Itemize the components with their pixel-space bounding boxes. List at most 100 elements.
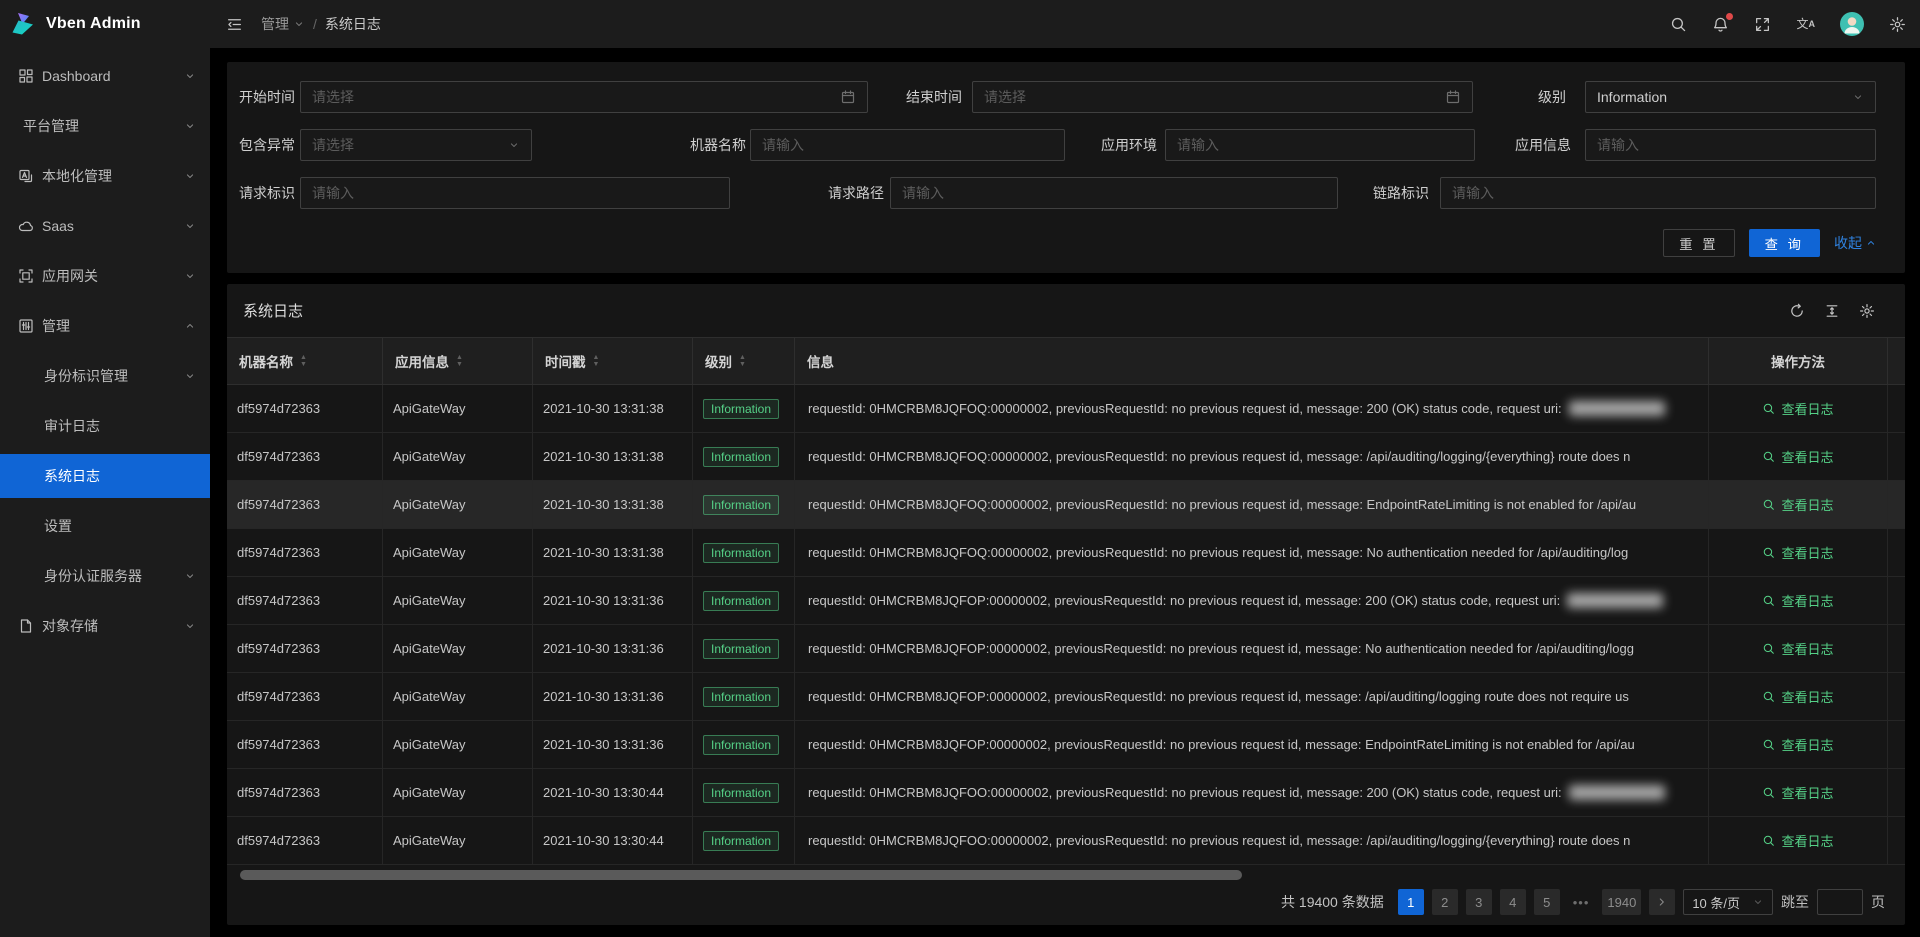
view-log-label: 查看日志 — [1781, 783, 1833, 802]
level-badge: Information — [703, 639, 779, 659]
breadcrumb-management[interactable]: 管理 — [261, 14, 305, 34]
view-log-label: 查看日志 — [1781, 639, 1833, 658]
settings-gear-icon[interactable] — [1889, 16, 1906, 33]
page-button-3[interactable]: 3 — [1466, 889, 1492, 915]
search-icon[interactable] — [1670, 16, 1687, 33]
cell-timestamp: 2021-10-30 13:31:36 — [533, 721, 693, 768]
query-button[interactable]: 查 询 — [1749, 229, 1820, 257]
cell-app-info: ApiGateWay — [383, 721, 533, 768]
page-button-5[interactable]: 5 — [1534, 889, 1560, 915]
cell-message: requestId: 0HMCRBM8JQFOO:00000002, previ… — [795, 817, 1709, 864]
user-avatar[interactable] — [1840, 12, 1864, 36]
view-log-link[interactable]: 查看日志 — [1762, 687, 1833, 706]
sidebar-item-object-storage[interactable]: 对象存储 — [0, 604, 210, 648]
reset-button[interactable]: 重 置 — [1663, 229, 1734, 257]
include-exception-select[interactable]: 请选择 — [300, 129, 532, 161]
page-button-1[interactable]: 1 — [1398, 889, 1424, 915]
view-log-link[interactable]: 查看日志 — [1762, 783, 1833, 802]
cell-app-info: ApiGateWay — [383, 625, 533, 672]
cell-timestamp: 2021-10-30 13:30:44 — [533, 769, 693, 816]
sidebar-item-settings[interactable]: 设置 — [0, 504, 210, 548]
cell-level: Information — [693, 577, 795, 624]
cell-actions: 查看日志 — [1709, 625, 1888, 672]
cell-message: requestId: 0HMCRBM8JQFOP:00000002, previ… — [795, 673, 1709, 720]
row-height-icon[interactable] — [1824, 303, 1840, 319]
top-header: 管理 / 系统日志 文A — [210, 0, 1920, 48]
page-size-select[interactable]: 10 条/页 — [1683, 889, 1773, 915]
view-log-link[interactable]: 查看日志 — [1762, 639, 1833, 658]
logo[interactable]: Vben Admin — [0, 0, 210, 48]
cell-machine-name: df5974d72363 — [227, 481, 383, 528]
refresh-icon[interactable] — [1789, 303, 1805, 319]
view-log-link[interactable]: 查看日志 — [1762, 543, 1833, 562]
table-row[interactable]: df5974d72363ApiGateWay2021-10-30 13:31:3… — [227, 385, 1905, 433]
table-row[interactable]: df5974d72363ApiGateWay2021-10-30 13:31:3… — [227, 433, 1905, 481]
sort-carets-icon[interactable]: ▲▼ — [456, 354, 463, 369]
sidebar-item-app-gateway[interactable]: 应用网关 — [0, 254, 210, 298]
request-id-input[interactable]: 请输入 — [300, 177, 730, 209]
cell-actions: 查看日志 — [1709, 433, 1888, 480]
level-select[interactable]: Information — [1585, 81, 1876, 113]
sidebar-item-audit-log[interactable]: 审计日志 — [0, 404, 210, 448]
include-exception-placeholder: 请选择 — [312, 135, 354, 155]
column-settings-icon[interactable] — [1859, 303, 1875, 319]
notification-bell-icon[interactable] — [1712, 16, 1729, 33]
menu-fold-icon[interactable] — [226, 16, 243, 33]
table-row[interactable]: df5974d72363ApiGateWay2021-10-30 13:30:4… — [227, 817, 1905, 865]
cell-message: requestId: 0HMCRBM8JQFOQ:00000002, previ… — [795, 481, 1709, 528]
fullscreen-icon[interactable] — [1754, 16, 1771, 33]
table-row[interactable]: df5974d72363ApiGateWay2021-10-30 13:31:3… — [227, 625, 1905, 673]
table-row[interactable]: df5974d72363ApiGateWay2021-10-30 13:31:3… — [227, 673, 1905, 721]
sidebar-item-management[interactable]: 管理 — [0, 304, 210, 348]
cell-timestamp: 2021-10-30 13:31:36 — [533, 673, 693, 720]
table-row[interactable]: df5974d72363ApiGateWay2021-10-30 13:31:3… — [227, 577, 1905, 625]
level-badge: Information — [703, 543, 779, 563]
column-header-timestamp[interactable]: 时间戳▲▼ — [533, 338, 693, 384]
view-log-link[interactable]: 查看日志 — [1762, 591, 1833, 610]
cell-message: requestId: 0HMCRBM8JQFOQ:00000002, previ… — [795, 433, 1709, 480]
sort-carets-icon[interactable]: ▲▼ — [300, 354, 307, 369]
page-button-2[interactable]: 2 — [1432, 889, 1458, 915]
table-row[interactable]: df5974d72363ApiGateWay2021-10-30 13:31:3… — [227, 721, 1905, 769]
view-log-link[interactable]: 查看日志 — [1762, 495, 1833, 514]
view-log-link[interactable]: 查看日志 — [1762, 831, 1833, 850]
collapse-link[interactable]: 收起 — [1834, 233, 1877, 253]
table-body: df5974d72363ApiGateWay2021-10-30 13:31:3… — [227, 385, 1905, 865]
view-log-link[interactable]: 查看日志 — [1762, 399, 1833, 418]
cell-message: requestId: 0HMCRBM8JQFOQ:00000002, previ… — [795, 529, 1709, 576]
sort-carets-icon[interactable]: ▲▼ — [739, 354, 746, 369]
start-time-label: 开始时间 — [95, 81, 295, 113]
sidebar-item-saas[interactable]: Saas — [0, 204, 210, 248]
sidebar-item-system-log[interactable]: 系统日志 — [0, 454, 210, 498]
app-info-input[interactable]: 请输入 — [1585, 129, 1876, 161]
include-exception-label: 包含异常 — [95, 129, 295, 161]
level-value: Information — [1597, 89, 1667, 105]
sort-carets-icon[interactable]: ▲▼ — [593, 354, 600, 369]
table-row[interactable]: df5974d72363ApiGateWay2021-10-30 13:31:3… — [227, 481, 1905, 529]
page-button-1940[interactable]: 1940 — [1602, 889, 1641, 915]
sidebar-item-auth-server[interactable]: 身份认证服务器 — [0, 554, 210, 598]
horizontal-scrollbar[interactable] — [240, 870, 1242, 880]
cell-machine-name: df5974d72363 — [227, 625, 383, 672]
table-row[interactable]: df5974d72363ApiGateWay2021-10-30 13:30:4… — [227, 769, 1905, 817]
trace-id-input[interactable]: 请输入 — [1440, 177, 1876, 209]
locale-translate-icon[interactable]: 文A — [1796, 18, 1815, 30]
machine-name-label: 机器名称 — [546, 129, 746, 161]
cell-actions: 查看日志 — [1709, 721, 1888, 768]
log-table-panel: 系统日志 机器名称▲▼应用信息▲▼时间戳▲▼级别▲▼信息操作方法 df5974d… — [227, 284, 1905, 925]
column-header-app-info[interactable]: 应用信息▲▼ — [383, 338, 533, 384]
page-button-4[interactable]: 4 — [1500, 889, 1526, 915]
table-row[interactable]: df5974d72363ApiGateWay2021-10-30 13:31:3… — [227, 529, 1905, 577]
cell-message: requestId: 0HMCRBM8JQFOP:00000002, previ… — [795, 721, 1709, 768]
column-header-level[interactable]: 级别▲▼ — [693, 338, 795, 384]
view-log-link[interactable]: 查看日志 — [1762, 735, 1833, 754]
breadcrumb-current: 系统日志 — [325, 14, 381, 34]
sidebar-item-label: 设置 — [44, 516, 72, 536]
jump-page-input[interactable] — [1817, 889, 1863, 915]
column-header-machine-name[interactable]: 机器名称▲▼ — [227, 338, 383, 384]
next-page-button[interactable] — [1649, 889, 1675, 915]
pagination-ellipsis[interactable]: ••• — [1568, 889, 1595, 915]
level-badge: Information — [703, 447, 779, 467]
sidebar-item-identity-management[interactable]: 身份标识管理 — [0, 354, 210, 398]
view-log-link[interactable]: 查看日志 — [1762, 447, 1833, 466]
